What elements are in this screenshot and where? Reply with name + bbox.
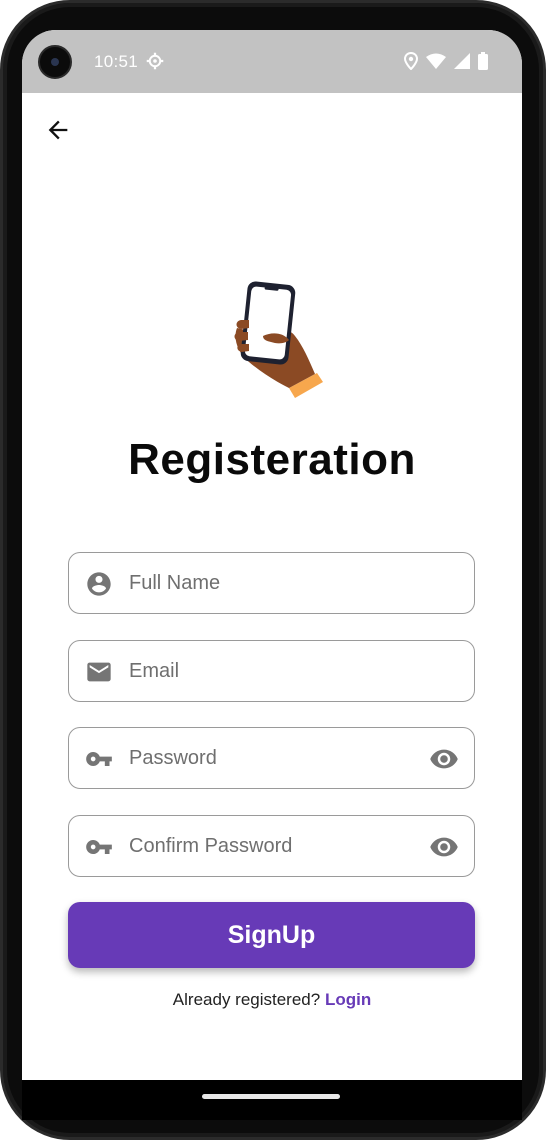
account-circle-icon — [85, 570, 113, 598]
wifi-icon — [426, 53, 446, 69]
key-icon — [85, 745, 113, 773]
system-navigation-bar — [22, 1080, 522, 1120]
app-screen: 10:51 Registeration Full Name Email Sign… — [22, 30, 522, 1080]
status-icons — [404, 52, 488, 70]
full-name-field[interactable] — [68, 552, 475, 614]
hand-holding-phone-icon — [234, 281, 323, 398]
password-visibility-toggle[interactable] — [428, 745, 460, 773]
battery-icon — [478, 52, 488, 70]
email-input[interactable] — [129, 653, 419, 689]
confirm-password-visibility-toggle[interactable] — [428, 833, 460, 861]
login-link[interactable]: Login — [325, 990, 371, 1009]
signup-button[interactable]: SignUp — [68, 902, 475, 968]
home-indicator[interactable] — [202, 1094, 340, 1099]
signal-icon — [454, 53, 470, 69]
status-time: 10:51 — [94, 52, 139, 71]
confirm-password-input[interactable] — [129, 828, 419, 864]
password-field[interactable] — [68, 727, 475, 789]
page-title: Registeration — [128, 435, 416, 484]
front-camera — [38, 45, 72, 79]
location-icon — [404, 52, 418, 70]
login-prompt: Already registered? Login — [22, 990, 522, 1010]
eye-icon — [430, 837, 458, 857]
full-name-input[interactable] — [129, 565, 419, 601]
status-bar: 10:51 — [22, 30, 522, 93]
login-prompt-text: Already registered? — [172, 990, 325, 1009]
back-button[interactable] — [40, 112, 76, 148]
eye-icon — [430, 749, 458, 769]
key-icon — [85, 833, 113, 861]
mail-icon — [85, 658, 113, 686]
arrow-back-icon — [48, 120, 68, 140]
confirm-password-field[interactable] — [68, 815, 475, 877]
email-field[interactable] — [68, 640, 475, 702]
settings-gear-icon — [146, 52, 164, 70]
password-input[interactable] — [129, 740, 419, 776]
